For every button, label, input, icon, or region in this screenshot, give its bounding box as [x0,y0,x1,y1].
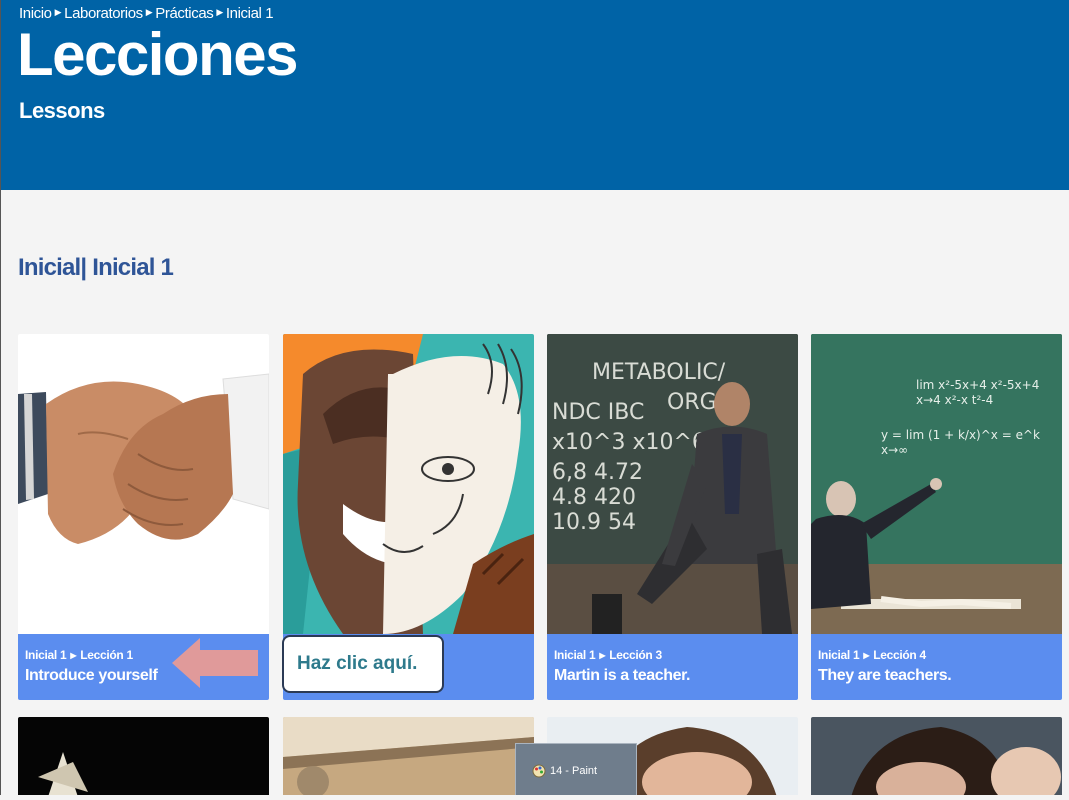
lesson-card-4[interactable]: lim x²-5x+4 x²-5x+4 x→4 x²-x t²-4 y = li… [811,334,1062,700]
chevron-right-icon: ▶ [145,7,153,17]
arrow-left-icon [172,638,258,688]
lesson-card-6[interactable] [283,717,534,797]
card-level: Inicial 1 [25,648,67,662]
lesson-card-5[interactable] [18,717,269,797]
card-lesson: Lección 4 [873,648,926,662]
card-meta: Inicial 1 ▶ Lección 3 [554,648,662,662]
ship-image [18,717,269,797]
click-here-callout: Haz clic aquí. [282,635,444,693]
teacher-pointing-image: lim x²-5x+4 x²-5x+4 x→4 x²-x t²-4 y = li… [811,334,1062,634]
svg-text:lim x²-5x+4 x²-5x+4: lim x²-5x+4 x²-5x+4 [916,378,1039,392]
taskbar-preview-label: 14 - Paint [550,765,598,777]
chevron-right-icon: ▶ [54,7,62,17]
svg-text:METABOLIC/: METABOLIC/ [592,360,726,385]
svg-text:6,8 4.72: 6,8 4.72 [552,460,643,485]
svg-text:NDC IBC: NDC IBC [552,400,644,425]
lesson-card-3[interactable]: METABOLIC/ NDC IBC ORGAN x10^3 x10^6 6,8… [547,334,798,700]
man-at-chalkboard-image: METABOLIC/ NDC IBC ORGAN x10^3 x10^6 6,8… [547,334,798,634]
card-level: Inicial 1 [554,648,596,662]
card-lesson: Lección 1 [80,648,133,662]
paint-icon [532,764,546,778]
handshake-image [18,334,269,634]
lesson-card-8[interactable] [811,717,1062,797]
svg-text:4.8 420: 4.8 420 [552,485,636,510]
section-title: Inicial| Inicial 1 [18,254,174,281]
chevron-right-icon: ▶ [599,650,606,660]
page-header: Inicio ▶ Laboratorios ▶ Prácticas ▶ Inic… [1,0,1069,190]
svg-text:x10^3 x10^6: x10^3 x10^6 [552,430,706,455]
card-meta: Inicial 1 ▶ Lección 4 [818,648,926,662]
page-subtitle: Lessons [19,98,105,123]
card-level: Inicial 1 [818,648,860,662]
svg-text:10.9 54: 10.9 54 [552,510,636,535]
two-people-image [811,717,1062,797]
face-collage-image [283,334,534,634]
card-caption: Inicial 1 ▶ Lección 4 They are teachers. [811,634,1062,700]
taskbar-preview-paint[interactable]: 14 - Paint [515,743,637,800]
card-title: Introduce yourself [25,667,158,684]
card-title: Martin is a teacher. [554,667,691,684]
svg-text:y = lim (1 + k/x)^x = e^k: y = lim (1 + k/x)^x = e^k [881,428,1040,442]
page-title: Lecciones [17,21,298,88]
card-title: They are teachers. [818,667,952,684]
svg-text:x→4 x²-x t²-4: x→4 x²-x t²-4 [916,393,993,407]
card-caption: Inicial 1 ▶ Lección 3 Martin is a teache… [547,634,798,700]
chevron-right-icon: ▶ [216,7,223,17]
chevron-right-icon: ▶ [70,650,77,660]
card-lesson: Lección 3 [609,648,662,662]
svg-text:x→∞: x→∞ [881,443,908,457]
bottom-strip [0,795,1069,800]
card-meta: Inicial 1 ▶ Lección 1 [25,648,133,662]
chevron-right-icon: ▶ [863,650,870,660]
interior-image [283,717,534,797]
taskbar-preview-row: 14 - Paint [532,764,597,778]
